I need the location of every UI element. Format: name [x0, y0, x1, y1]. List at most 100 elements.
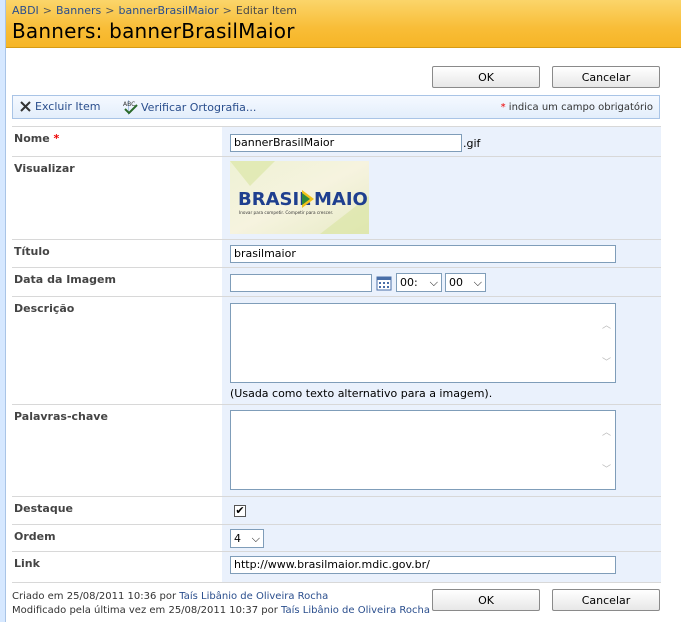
label-visualizar-text: Visualizar [14, 162, 75, 175]
breadcrumb-separator: > [105, 4, 115, 17]
scroll-down-icon[interactable]: ﹀ [602, 355, 611, 368]
scrollbar[interactable]: ︿ ﹀ [599, 411, 615, 489]
row-link: Link http://www.brasilmaior.mdic.gov.br/ [12, 551, 661, 583]
required-note: * indica um campo obrigatório [501, 102, 653, 113]
breadcrumb: ABDI > Banners > bannerBrasilMaior > Editar It… [12, 4, 297, 17]
descricao-textarea[interactable]: ︿ ﹀ [230, 303, 616, 383]
chevron-down-icon: ⌵ [429, 275, 438, 289]
created-by-link[interactable]: Taís Libânio de Oliveira Rocha [179, 591, 328, 602]
svg-text:Inovar para competir. Competir: Inovar para competir. Competir para cres… [239, 210, 333, 215]
label-destaque-text: Destaque [14, 502, 73, 515]
breadcrumb-link-banners[interactable]: Banners [56, 4, 101, 17]
nome-extension: .gif [463, 137, 481, 150]
item-metadata: Criado em 25/08/2011 10:36 por Taís Libâ… [12, 590, 430, 618]
cancel-button-bottom[interactable]: Cancelar [552, 589, 660, 611]
value-palavras-chave: ︿ ﹀ [222, 405, 661, 497]
destaque-checkbox[interactable]: ✔ [234, 505, 246, 517]
modified-info: Modificado pela última vez em 25/08/2011… [12, 604, 430, 618]
breadcrumb-link-abdi[interactable]: ABDI [12, 4, 39, 17]
row-descricao: Descrição ︿ ﹀ (Usada como texto alternat… [12, 296, 661, 405]
value-descricao: ︿ ﹀ (Usada como texto alternativo para a… [222, 297, 661, 405]
label-data-text: Data da Imagem [14, 273, 116, 286]
label-descricao-text: Descrição [14, 302, 75, 315]
data-imagem-input[interactable] [230, 274, 372, 292]
hour-value: 00: [400, 276, 418, 289]
row-nome: Nome * bannerBrasilMaior .gif [12, 126, 661, 157]
value-destaque: ✔ [222, 497, 661, 525]
minute-select[interactable]: 00 ⌵ [445, 273, 486, 292]
label-nome: Nome * [12, 127, 222, 157]
spell-check-label: Verificar Ortografia... [141, 100, 257, 114]
ordem-value: 4 [234, 532, 241, 545]
scroll-down-icon[interactable]: ﹀ [602, 462, 611, 475]
bottom-divider [12, 582, 661, 583]
modified-prefix: Modificado pela última vez em 25/08/2011… [12, 605, 278, 616]
delete-item-button[interactable]: Excluir Item [19, 100, 100, 113]
value-data-imagem: 00: ⌵ 00 ⌵ [222, 268, 661, 297]
label-ordem-text: Ordem [14, 530, 56, 543]
row-destaque: Destaque ✔ [12, 496, 661, 525]
brasil-maior-logo: BRASIL MAIOR Inovar para competir. Compe… [230, 161, 382, 234]
spell-check-button[interactable]: ABC Verificar Ortografia... [122, 100, 256, 114]
created-info: Criado em 25/08/2011 10:36 por Taís Libâ… [12, 590, 430, 604]
value-ordem: 4 ⌵ [222, 525, 661, 552]
label-nome-text: Nome [14, 132, 50, 145]
label-visualizar: Visualizar [12, 157, 222, 240]
row-palavras-chave: Palavras-chave ︿ ﹀ [12, 404, 661, 497]
label-descricao: Descrição [12, 297, 222, 405]
svg-text:BRASIL: BRASIL [238, 189, 311, 210]
required-note-text: indica um campo obrigatório [508, 102, 653, 113]
delete-item-label: Excluir Item [35, 100, 101, 113]
cancel-button-top[interactable]: Cancelar [552, 66, 660, 88]
svg-text:MAIOR: MAIOR [314, 189, 369, 210]
breadcrumb-current: Editar Item [235, 4, 297, 17]
page-header: ABDI > Banners > bannerBrasilMaior > Editar It… [6, 0, 681, 48]
hour-select[interactable]: 00: ⌵ [396, 273, 442, 292]
delete-x-icon [20, 101, 31, 112]
minute-value: 00 [449, 276, 463, 289]
calendar-icon[interactable] [376, 275, 392, 291]
banner-preview-image: BRASIL MAIOR Inovar para competir. Compe… [230, 161, 382, 234]
label-ordem: Ordem [12, 525, 222, 552]
value-titulo: brasilmaior [222, 240, 661, 268]
left-nav-border [0, 0, 6, 622]
form-toolbar: Excluir Item ABC Verificar Ortografia...… [12, 95, 660, 119]
chevron-down-icon: ⌵ [251, 531, 260, 545]
row-titulo: Título brasilmaior [12, 239, 661, 268]
required-star: * [500, 102, 506, 113]
ordem-select[interactable]: 4 ⌵ [230, 529, 264, 548]
label-link: Link [12, 552, 222, 583]
label-destaque: Destaque [12, 497, 222, 525]
value-link: http://www.brasilmaior.mdic.gov.br/ [222, 552, 661, 583]
label-titulo-text: Título [14, 245, 50, 258]
link-input[interactable]: http://www.brasilmaior.mdic.gov.br/ [230, 556, 616, 574]
modified-by-link[interactable]: Taís Libânio de Oliveira Rocha [281, 605, 430, 616]
label-palavras-chave: Palavras-chave [12, 405, 222, 497]
label-palavras-text: Palavras-chave [14, 410, 108, 423]
nome-input[interactable]: bannerBrasilMaior [230, 134, 462, 152]
scroll-up-icon[interactable]: ︿ [602, 425, 611, 438]
label-titulo: Título [12, 240, 222, 268]
row-visualizar: Visualizar BRASIL MAIOR Inovar [12, 156, 661, 240]
scroll-up-icon[interactable]: ︿ [602, 318, 611, 331]
created-prefix: Criado em 25/08/2011 10:36 por [12, 591, 177, 602]
breadcrumb-separator: > [222, 4, 232, 17]
scrollbar[interactable]: ︿ ﹀ [599, 304, 615, 382]
breadcrumb-separator: > [42, 4, 53, 17]
value-visualizar: BRASIL MAIOR Inovar para competir. Compe… [222, 157, 661, 240]
value-nome: bannerBrasilMaior .gif [222, 127, 661, 157]
spellcheck-icon: ABC [123, 101, 138, 114]
breadcrumb-link-item[interactable]: bannerBrasilMaior [119, 4, 219, 17]
ok-button-top[interactable]: OK [432, 66, 540, 88]
ok-button-bottom[interactable]: OK [432, 589, 540, 611]
required-star: * [53, 132, 60, 145]
descricao-help-text: (Usada como texto alternativo para a ima… [230, 387, 493, 400]
palavras-chave-textarea[interactable]: ︿ ﹀ [230, 410, 616, 490]
row-data-imagem: Data da Imagem 00: ⌵ 00 ⌵ [12, 267, 661, 297]
svg-text:ABC: ABC [123, 101, 135, 108]
chevron-down-icon: ⌵ [473, 275, 482, 289]
titulo-input[interactable]: brasilmaior [230, 245, 616, 263]
page-title: Banners: bannerBrasilMaior [12, 19, 295, 43]
row-ordem: Ordem 4 ⌵ [12, 524, 661, 552]
label-data-imagem: Data da Imagem [12, 268, 222, 297]
